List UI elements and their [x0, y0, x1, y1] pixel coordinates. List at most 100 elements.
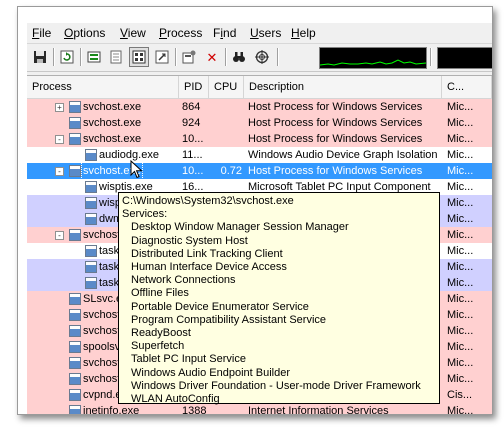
- process-row[interactable]: - svchost.exe 10... 0.72 Host Process for Wi…: [27, 162, 492, 180]
- process-pid: 10...: [182, 133, 204, 145]
- kill-process-icon[interactable]: ✕: [202, 47, 222, 67]
- process-company: Mic...: [447, 341, 474, 353]
- menu-process[interactable]: Process: [159, 26, 202, 40]
- tooltip-service-item: Windows Audio Endpoint Builder: [131, 366, 290, 379]
- refresh-icon[interactable]: [57, 47, 77, 67]
- save-icon[interactable]: [30, 47, 50, 67]
- process-description: Host Process for Windows Services: [248, 165, 423, 177]
- properties-icon[interactable]: [106, 47, 126, 67]
- process-pid: 10...: [182, 165, 204, 177]
- process-description: Host Process for Windows Services: [248, 133, 423, 145]
- menu-accelerator: V: [120, 26, 128, 40]
- menu-view[interactable]: View: [120, 26, 146, 40]
- cpu-graph-trace: [319, 59, 427, 66]
- process-company: Mic...: [447, 213, 474, 225]
- column-header-cpu[interactable]: CPU: [209, 76, 244, 98]
- process-icon: [69, 101, 81, 113]
- column-header-description[interactable]: Description: [244, 76, 442, 98]
- mouse-cursor-icon: [130, 160, 143, 179]
- process-cpu: [209, 147, 242, 163]
- process-company: Mic...: [447, 277, 474, 289]
- menu-options[interactable]: Options: [64, 26, 105, 40]
- tooltip-service-item: Distributed Link Tracking Client: [131, 247, 283, 260]
- cpu-usage-graph[interactable]: [319, 47, 427, 69]
- collapse-toggle-icon[interactable]: -: [55, 231, 64, 240]
- process-icon: [69, 373, 81, 385]
- process-row[interactable]: - svchost.exe 10... Host Process for Window…: [27, 131, 492, 147]
- tooltip-service-item: Portable Device Enumerator Service: [131, 300, 309, 313]
- services-tooltip: C:\Windows\System32\svchost.exe Services…: [118, 192, 440, 406]
- process-company: Mic...: [447, 229, 474, 241]
- tooltip-service-item: WLAN AutoConfig: [131, 393, 220, 406]
- process-pid: 864: [182, 101, 201, 113]
- process-icon: [85, 213, 97, 225]
- tooltip-service-item: Program Compatibility Assistant Service: [131, 313, 327, 326]
- target-icon[interactable]: [252, 47, 272, 67]
- process-cpu: 0.72: [220, 165, 242, 177]
- memory-usage-graph[interactable]: [437, 47, 492, 69]
- process-name: audiodg.exe: [99, 149, 159, 161]
- tooltip-services-list: Desktop Window Manager Session Manager Di…: [122, 221, 436, 406]
- menu-bar: File Options View Process Find Users Help: [27, 23, 492, 43]
- process-icon: [69, 357, 81, 369]
- process-icon: [69, 117, 81, 129]
- menu-accelerator: O: [64, 26, 74, 40]
- tooltip-path: C:\Windows\System32\svchost.exe: [122, 195, 294, 207]
- tooltip-service-item: Desktop Window Manager Session Manager: [131, 221, 349, 234]
- collapse-toggle-icon[interactable]: -: [55, 167, 64, 176]
- collapse-toggle-icon[interactable]: -: [55, 135, 64, 144]
- toolbar-separator: [277, 48, 279, 66]
- process-row[interactable]: svchost.exe 924 Host Process for Windows S…: [27, 115, 492, 131]
- menu-accelerator: P: [159, 26, 168, 40]
- process-company: Mic...: [447, 261, 474, 273]
- process-icon: [69, 309, 81, 321]
- toolbar-separator: [175, 48, 177, 66]
- column-header-row: Process PID CPU Description C...: [27, 76, 492, 99]
- menu-find[interactable]: Find: [213, 26, 236, 40]
- process-company: Mic...: [447, 133, 474, 145]
- expand-toggle-icon[interactable]: +: [55, 103, 64, 112]
- process-company: Mic...: [447, 245, 474, 257]
- process-icon: [69, 229, 81, 241]
- column-header-company[interactable]: C...: [442, 76, 492, 98]
- process-company: Mic...: [447, 405, 474, 414]
- tooltip-service-item: Superfetch: [131, 340, 185, 353]
- process-properties-icon[interactable]: [179, 47, 199, 67]
- cpu-graph-line: [319, 59, 427, 66]
- tooltip-service-item: Tablet PC Input Service: [131, 353, 246, 366]
- process-company: Mic...: [447, 181, 474, 193]
- menu-users[interactable]: Users: [250, 26, 281, 40]
- tree-view-icon[interactable]: [129, 47, 149, 67]
- process-company: Mic...: [447, 117, 474, 129]
- tooltip-services-label: Services:: [122, 208, 168, 221]
- menu-help[interactable]: Help: [291, 26, 316, 40]
- process-company: Mic...: [447, 197, 474, 209]
- process-icon: [69, 293, 81, 305]
- menu-label-rest: sers: [258, 26, 282, 40]
- menu-label-rest: ptions: [73, 26, 106, 40]
- dll-view-icon[interactable]: [152, 47, 172, 67]
- system-info-icon[interactable]: [84, 47, 104, 67]
- process-icon: [85, 181, 97, 193]
- find-icon[interactable]: [229, 47, 249, 67]
- toolbar-separator: [80, 48, 82, 66]
- process-icon: [85, 261, 97, 273]
- column-header-process[interactable]: Process: [27, 76, 179, 98]
- process-description: Windows Audio Device Graph Isolation: [248, 149, 438, 161]
- process-company: Mic...: [447, 325, 474, 337]
- process-description: Host Process for Windows Services: [248, 101, 423, 113]
- process-cpu: [209, 99, 242, 115]
- process-icon: [69, 133, 81, 145]
- process-company: Mic...: [447, 309, 474, 321]
- process-company: Mic...: [447, 149, 474, 161]
- menu-file[interactable]: File: [32, 26, 51, 40]
- process-icon: [85, 149, 97, 161]
- column-header-pid[interactable]: PID: [179, 76, 209, 98]
- toolbar: ✕: [27, 43, 492, 72]
- process-row[interactable]: audiodg.exe 11... Windows Audio Device Gra…: [27, 147, 492, 163]
- process-row[interactable]: + svchost.exe 864 Host Process for Windows …: [27, 99, 492, 115]
- process-company: Mic...: [447, 357, 474, 369]
- tooltip-service-item: ReadyBoost: [131, 327, 191, 340]
- process-company: Mic...: [447, 293, 474, 305]
- process-icon: [69, 389, 81, 401]
